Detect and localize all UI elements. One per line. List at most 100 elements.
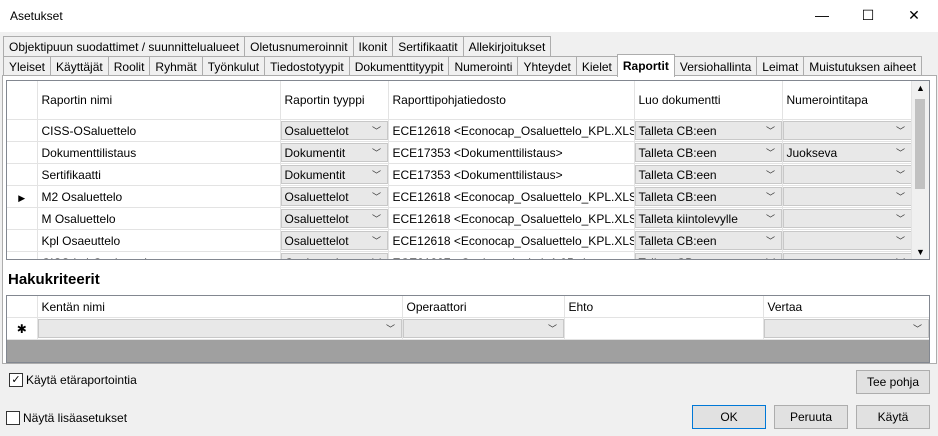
tab-yhteydet[interactable]: Yhteydet: [517, 56, 577, 77]
tab-objektipuun-suodattimet-suunnittelualueet[interactable]: Objektipuun suodattimet / suunnittelualu…: [3, 36, 246, 57]
col-header-create-document[interactable]: Luo dokumentti: [634, 81, 783, 120]
col-header-report-type[interactable]: Raportin tyyppi: [280, 81, 389, 120]
report-type-combo[interactable]: Osaluettelot﹀: [280, 187, 387, 206]
remote-reporting-checkbox[interactable]: ✓: [9, 373, 23, 387]
report-type-combo[interactable]: Osaluettelot﹀: [280, 209, 387, 228]
template-cell[interactable]: ECE12618 <Econocap_Osaluettelo_KPL.XLS>: [388, 207, 635, 230]
tab-käyttäjät[interactable]: Käyttäjät: [50, 56, 109, 77]
chevron-down-icon: ﹀: [368, 124, 384, 137]
report-name-cell[interactable]: M2 Osaluettelo: [37, 185, 281, 208]
cancel-button[interactable]: Peruuta: [774, 405, 848, 429]
table-row[interactable]: M Osaluettelo Osaluettelot ﹀ ECE12618 <Econ…: [7, 207, 913, 230]
table-row[interactable]: Sertifikaatti Dokumentit ﹀ ECE17353 <Dokume…: [7, 163, 913, 186]
operator-combo[interactable]: ﹀: [402, 319, 563, 338]
row-header[interactable]: [7, 163, 38, 186]
search-criteria-heading: Hakukriteerit: [8, 271, 100, 288]
create-document-combo[interactable]: Talleta CB:een﹀: [634, 121, 781, 140]
row-header[interactable]: ▶: [7, 185, 38, 208]
tab-roolit[interactable]: Roolit: [107, 56, 151, 77]
numbering-combo[interactable]: ﹀: [782, 121, 911, 140]
reports-scrollbar[interactable]: ▲ ▼: [911, 81, 929, 259]
make-template-button[interactable]: Tee pohja: [856, 370, 930, 394]
template-cell[interactable]: ECE12618 <Econocap_Osaluettelo_KPL.XLS>: [388, 185, 635, 208]
scroll-thumb[interactable]: [915, 99, 925, 189]
tab-ikonit[interactable]: Ikonit: [352, 36, 394, 57]
chevron-down-icon: ﹀: [368, 146, 384, 159]
tab-ryhmät[interactable]: Ryhmät: [149, 56, 203, 77]
show-advanced-checkbox[interactable]: [6, 411, 20, 425]
close-button[interactable]: ✕: [891, 0, 937, 30]
row-header[interactable]: [7, 229, 38, 252]
chevron-down-icon: ﹀: [762, 212, 778, 225]
report-type-combo[interactable]: Dokumentit ﹀: [280, 165, 387, 184]
numbering-combo[interactable]: ﹀: [782, 209, 911, 228]
row-header[interactable]: [7, 119, 38, 142]
table-row[interactable]: ▶ M2 Osaluettelo Osaluettelot ﹀ ECE12618 <Ec…: [7, 185, 913, 208]
col-header-numbering[interactable]: Numerointitapa: [782, 81, 913, 120]
table-row[interactable]: CISS-kpl-OsaluetteloOsaluettelot﹀ECE2189…: [7, 251, 913, 259]
chevron-down-icon: ﹀: [892, 168, 908, 181]
remote-reporting-label: Käytä etäraportointia: [26, 373, 137, 387]
table-row[interactable]: Kpl Osaeuttelo Osaluettelot ﹀ ECE12618 <Eco…: [7, 229, 913, 252]
tab-yleiset[interactable]: Yleiset: [3, 56, 52, 77]
create-document-combo[interactable]: Talleta CB:een﹀: [634, 253, 781, 259]
table-row[interactable]: CISS-OSaluettelo Osaluettelot ﹀ ECE12618 <E…: [7, 119, 913, 142]
row-header[interactable]: [7, 207, 38, 230]
col-header-compare[interactable]: Vertaa: [763, 296, 929, 318]
report-type-combo[interactable]: Osaluettelot﹀: [280, 121, 387, 140]
template-cell[interactable]: ECE12618 <Econocap_Osaluettelo_KPL.XLS>: [388, 229, 635, 252]
report-name-cell[interactable]: CISS-OSaluettelo: [37, 119, 281, 142]
create-document-combo[interactable]: Talleta kiintolevylle ﹀: [634, 209, 781, 228]
col-header-report-name[interactable]: Raportin nimi: [37, 81, 281, 120]
tab-versiohallinta[interactable]: Versiohallinta: [673, 56, 758, 77]
tab-tiedostotyypit[interactable]: Tiedostotyypit: [264, 56, 350, 77]
template-cell[interactable]: ECE21897 <Osaluettelo_kpl_1.05.xls>: [388, 251, 635, 259]
apply-button[interactable]: Käytä: [856, 405, 930, 429]
table-row[interactable]: Dokumenttilistaus Dokumentit ﹀ ECE17353 <Do…: [7, 141, 913, 164]
template-cell[interactable]: ECE17353 <Dokumenttilistaus>: [388, 141, 635, 164]
compare-combo[interactable]: ﹀: [763, 319, 928, 338]
create-document-combo[interactable]: Talleta CB:een﹀: [634, 143, 781, 162]
condition-input[interactable]: [564, 317, 764, 340]
numbering-combo[interactable]: Juokseva ﹀: [782, 143, 911, 162]
tab-muistutuksen-aiheet[interactable]: Muistutuksen aiheet: [803, 56, 923, 77]
tab-sertifikaatit[interactable]: Sertifikaatit: [392, 36, 464, 57]
col-header-operator[interactable]: Operaattori: [402, 296, 565, 318]
tab-kielet[interactable]: Kielet: [575, 56, 618, 77]
create-document-combo[interactable]: Talleta CB:een﹀: [634, 231, 781, 250]
tab-leimat[interactable]: Leimat: [756, 56, 805, 77]
tab-oletusnumeroinnit[interactable]: Oletusnumeroinnit: [244, 36, 354, 57]
scroll-up-icon[interactable]: ▲: [912, 83, 929, 93]
scroll-down-icon[interactable]: ▼: [912, 247, 929, 257]
maximize-button[interactable]: ☐: [845, 0, 891, 30]
tab-allekirjoitukset[interactable]: Allekirjoitukset: [462, 36, 552, 57]
template-cell[interactable]: ECE12618 <Econocap_Osaluettelo_KPL.XLS>: [388, 119, 635, 142]
minimize-button[interactable]: —: [799, 0, 845, 30]
numbering-combo[interactable]: ﹀: [782, 165, 911, 184]
numbering-combo[interactable]: ﹀: [782, 253, 911, 259]
tab-numerointi[interactable]: Numerointi: [448, 56, 519, 77]
create-document-combo[interactable]: Talleta CB:een﹀: [634, 165, 781, 184]
report-name-cell[interactable]: CISS-kpl-Osaluettelo: [37, 251, 281, 259]
col-header-condition[interactable]: Ehto: [564, 296, 764, 318]
report-type-combo[interactable]: Osaluettelot﹀: [280, 231, 387, 250]
tab-dokumenttityypit[interactable]: Dokumenttityypit: [348, 56, 450, 77]
ok-button[interactable]: OK: [692, 405, 766, 429]
report-name-cell[interactable]: M Osaluettelo: [37, 207, 281, 230]
create-document-combo[interactable]: Talleta CB:een﹀: [634, 187, 781, 206]
report-name-cell[interactable]: Dokumenttilistaus: [37, 141, 281, 164]
tab-raportit[interactable]: Raportit: [616, 54, 675, 77]
report-name-cell[interactable]: Kpl Osaeuttelo: [37, 229, 281, 252]
report-type-combo[interactable]: Osaluettelot﹀: [280, 253, 387, 259]
template-cell[interactable]: ECE17353 <Dokumenttilistaus>: [388, 163, 635, 186]
report-name-cell[interactable]: Sertifikaatti: [37, 163, 281, 186]
col-header-field-name[interactable]: Kentän nimi: [37, 296, 403, 318]
col-header-template[interactable]: Raporttipohjatiedosto: [388, 81, 635, 120]
report-type-combo[interactable]: Dokumentit ﹀: [280, 143, 387, 162]
field-name-combo[interactable]: ﹀: [37, 319, 401, 338]
numbering-combo[interactable]: ﹀: [782, 231, 911, 250]
row-header[interactable]: [7, 251, 38, 259]
tab-työnkulut[interactable]: Työnkulut: [201, 56, 266, 77]
numbering-combo[interactable]: ﹀: [782, 187, 911, 206]
row-header[interactable]: [7, 141, 38, 164]
